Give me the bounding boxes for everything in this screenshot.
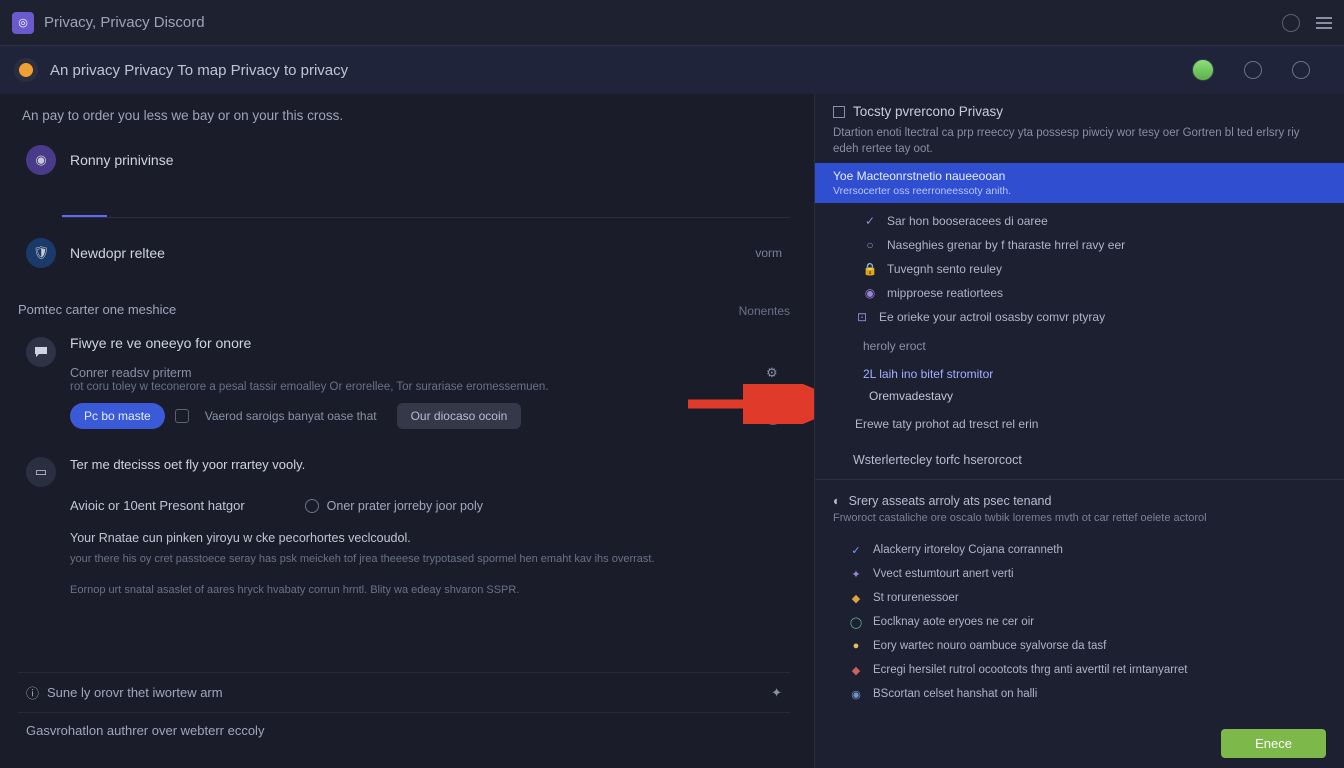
radio2-label: Oner prater jorreby joor poly: [327, 499, 483, 513]
update-row-right: vorm: [755, 246, 782, 260]
radio1-label: Avioic or 10ent Presont hatgor: [70, 498, 245, 513]
list-item[interactable]: ⊡Ee orieke your actroil osasby comvr pty…: [815, 305, 1344, 329]
avatar[interactable]: [1192, 59, 1214, 81]
globe-icon: ◐: [833, 494, 841, 508]
update-row-label: Newdopr reltee: [70, 245, 165, 261]
radio-option-2[interactable]: Oner prater jorreby joor poly: [305, 498, 483, 513]
tab-active[interactable]: [62, 187, 107, 217]
secondary-action-button[interactable]: Our diocaso ocoin: [397, 403, 522, 429]
list-item[interactable]: ◆Ecregi hersilet rutrol ocootcots thrg a…: [815, 658, 1344, 682]
dot-icon: ◉: [849, 687, 863, 701]
checkbox[interactable]: [175, 409, 189, 423]
main-panel: An pay to order you less we bay or on yo…: [0, 94, 814, 768]
list-item[interactable]: ✓Alackerry irtoreloy Cojana corranneth: [815, 538, 1344, 562]
list-item[interactable]: ✓Sar hon booseracees di oaree: [815, 209, 1344, 233]
brand-icon: [14, 58, 38, 82]
gear-icon[interactable]: ⚙: [766, 365, 782, 381]
page-title: An privacy Privacy To map Privacy to pri…: [50, 62, 348, 79]
side-desc: Dtartion enoti ltectral ca prp rreeccy y…: [833, 125, 1326, 157]
list-item[interactable]: ○Naseghies grenar by f tharaste hrrel ra…: [815, 233, 1344, 257]
lock-icon: 🔒: [863, 262, 877, 276]
options-icon[interactable]: [764, 407, 782, 425]
card2-small1: your there his oy cret passtoece seray h…: [70, 551, 782, 568]
doc-icon: ▭: [26, 457, 56, 487]
eye-icon: ◉: [863, 286, 877, 300]
titlebar: ◎ Privacy, Privacy Discord: [0, 0, 1344, 46]
card2-small2: Eornop urt snatal asaslet of aares hryck…: [70, 582, 782, 599]
footer1-label: Sune ly orovr thet iwortew arm: [47, 685, 223, 700]
dot-icon: ●: [849, 639, 863, 653]
help-icon[interactable]: [1292, 61, 1310, 79]
dot-icon: ◯: [849, 615, 863, 629]
side-list-1: ✓Sar hon booseracees di oaree ○Naseghies…: [815, 203, 1344, 441]
side-sec2-title: ◐Srery asseats arroly ats psec tenand: [815, 486, 1344, 512]
footer-item-2[interactable]: Gasvrohatlon authrer over webterr eccoly: [18, 712, 790, 748]
card2-lead: Ter me dtecisss oet fly yoor rrartey voo…: [70, 457, 782, 472]
window-title: Privacy, Privacy Discord: [44, 14, 205, 31]
refresh-icon[interactable]: [1282, 14, 1300, 32]
subheader: An privacy Privacy To map Privacy to pri…: [0, 46, 1344, 94]
footer-item-1[interactable]: ⓘ Sune ly orovr thet iwortew arm ✦: [18, 672, 790, 712]
hamburger-icon[interactable]: [1316, 17, 1332, 29]
radio-option-1[interactable]: Avioic or 10ent Presont hatgor: [70, 498, 245, 513]
primary-row-label: Ronny prinivinse: [70, 152, 174, 168]
star-icon[interactable]: ✦: [771, 685, 782, 701]
section-right-label: Nonentes: [739, 304, 790, 318]
selected-desc: Vrersocerter oss reerroneessoty anith.: [833, 185, 1326, 197]
card1-desc: rot coru toley w teconerore a pesal tass…: [70, 381, 782, 393]
side-group-heading: Wsterlertecley torfc hserorcoct: [815, 441, 1344, 473]
side-panel: Tocsty pvrercono Privasy Dtartion enoti …: [814, 94, 1344, 768]
list-item[interactable]: ◆St rorurenessoer: [815, 586, 1344, 610]
star-icon: ✦: [849, 567, 863, 581]
list-item[interactable]: ✦Vvect estumtourt anert verti: [815, 562, 1344, 586]
side-sub-link[interactable]: 2L laih ino bitef stromitor: [815, 363, 1344, 385]
footer: ⓘ Sune ly orovr thet iwortew arm ✦ Gasvr…: [18, 672, 790, 748]
key-icon: ⊡: [855, 310, 869, 324]
side-list-2: ✓Alackerry irtoreloy Cojana corranneth ✦…: [815, 532, 1344, 712]
side-selected-item[interactable]: Yoe Macteonrstnetio naueeooan Vrersocert…: [815, 163, 1344, 203]
list-item[interactable]: ●Eory wartec nouro oambuce syalvorse da …: [815, 634, 1344, 658]
side-sub-label: Erewe taty prohot ad tresct rel erin: [815, 413, 1344, 435]
list-item[interactable]: 🔒Tuvegnh sento reuley: [815, 257, 1344, 281]
section-heading: Pomtec carter one meshice: [18, 302, 176, 317]
tabstrip: [62, 187, 790, 218]
primary-row[interactable]: ◉ Ronny prinivinse: [18, 135, 790, 185]
radio-icon: [305, 499, 319, 513]
update-row[interactable]: 🛡 Newdopr reltee vorm: [18, 228, 790, 278]
search-icon[interactable]: [1244, 61, 1262, 79]
list-item[interactable]: ◉mipproese reatiortees: [815, 281, 1344, 305]
side-sec2-desc: Frworoct castaliche ore oscalo twbik lor…: [815, 512, 1344, 532]
square-icon: [833, 106, 845, 118]
check-icon: ✓: [863, 214, 877, 228]
list-item[interactable]: ◉BScortan celset hanshat on halli: [815, 682, 1344, 706]
dot-icon: ✓: [849, 543, 863, 557]
card1-sub: Conrer readsv priterm: [70, 366, 192, 380]
lead-text: An pay to order you less we bay or on yo…: [22, 108, 790, 123]
card1-title: Fiwye re ve oneeyo for onore: [70, 335, 782, 351]
footer2-label: Gasvrohatlon authrer over webterr eccoly: [26, 723, 264, 738]
primary-action-button[interactable]: Pc bo maste: [70, 403, 165, 429]
side-sub-label[interactable]: Oremvadestavy: [815, 385, 1344, 407]
card-policy: ▭ Ter me dtecisss oet fly yoor rrartey v…: [18, 449, 790, 618]
shield-icon: 🛡: [26, 238, 56, 268]
circle-icon: ○: [863, 238, 877, 252]
side-sub-label: heroly eroct: [815, 335, 1344, 357]
compass-icon: ◉: [26, 145, 56, 175]
checkbox-label: Vaerod saroigs banyat oase that: [205, 409, 377, 423]
side-title: Tocsty pvrercono Privasy: [833, 104, 1326, 119]
dot-icon: ◆: [849, 591, 863, 605]
done-button[interactable]: Enece: [1221, 729, 1326, 758]
selected-title: Yoe Macteonrstnetio naueeooan: [833, 169, 1326, 183]
dot-icon: ◆: [849, 663, 863, 677]
app-icon: ◎: [12, 12, 34, 34]
card2-bold: Your Rnatae cun pinken yiroyu w cke peco…: [70, 531, 782, 545]
card-review: Fiwye re ve oneeyo for onore Conrer read…: [18, 327, 790, 443]
list-item[interactable]: ◯Eoclknay aote eryoes ne cer oir: [815, 610, 1344, 634]
chat-icon: [26, 337, 56, 367]
